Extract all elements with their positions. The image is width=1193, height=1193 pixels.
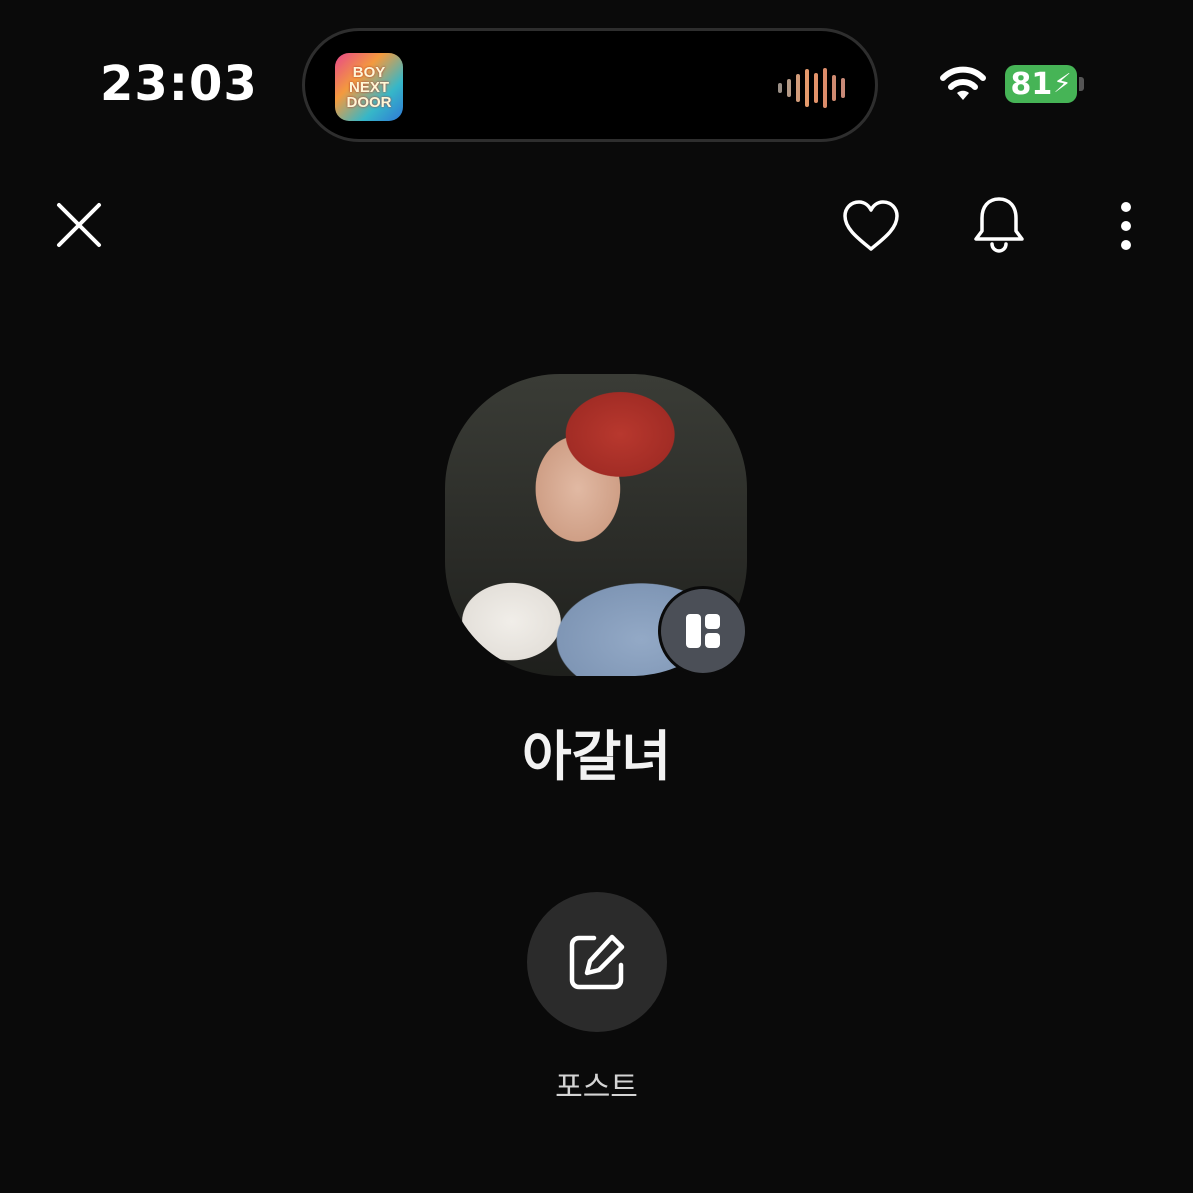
heart-icon [843, 200, 899, 251]
post-button[interactable] [527, 892, 667, 1032]
battery-indicator: 81 ⚡ [1005, 65, 1077, 103]
edit-icon [569, 934, 625, 990]
more-vertical-icon [1121, 202, 1131, 250]
post-label: 포스트 [555, 1070, 638, 1105]
wifi-icon [938, 64, 988, 106]
notification-button[interactable] [968, 192, 1030, 258]
avatar-badge-button[interactable] [658, 586, 748, 676]
more-button[interactable] [1106, 196, 1146, 256]
close-button[interactable] [50, 196, 108, 254]
battery-percent: 81 [1010, 66, 1053, 102]
audio-waveform-icon [778, 67, 845, 109]
profile-name: 아갈녀 [521, 725, 672, 788]
close-icon [57, 203, 101, 247]
status-time: 23:03 [100, 56, 258, 112]
layout-grid-icon [686, 614, 720, 648]
app-icon-text-line: BOY [352, 63, 386, 81]
profile-screen: 23:03 BOY NEXT DOOR 81 ⚡ 아갈녀 포스트 [0, 0, 1193, 1193]
app-icon-text-line: NEXT [348, 78, 389, 96]
dynamic-island[interactable]: BOY NEXT DOOR [302, 28, 878, 142]
charging-bolt-icon: ⚡ [1053, 69, 1072, 99]
favorite-button[interactable] [838, 196, 904, 256]
bell-icon [974, 197, 1024, 253]
battery-cap [1079, 77, 1084, 91]
live-activity-app-icon: BOY NEXT DOOR [335, 53, 403, 121]
app-icon-text-line: DOOR [346, 93, 392, 111]
